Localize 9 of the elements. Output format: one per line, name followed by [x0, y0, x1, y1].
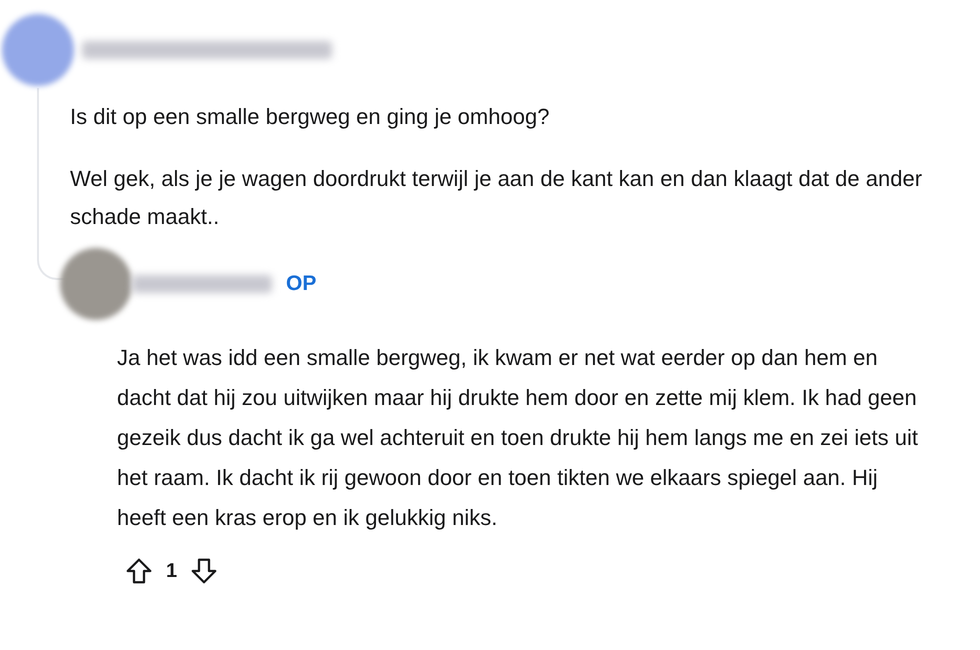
avatar[interactable] [2, 14, 74, 86]
upvote-icon[interactable] [124, 556, 154, 586]
downvote-icon[interactable] [189, 556, 220, 586]
vote-count: 1 [166, 559, 178, 584]
comment-text: Is dit op een smalle bergweg en ging je omhoog? [70, 103, 550, 131]
comment-text: Ja het was idd een smalle bergweg, ik kwam er net wat eerder op dan hem en dacht dat hij zou uitwijken maar hij drukte hem door en zette mij klem. Ik had geen gezeik dus dacht ik ga wel achteruit en toen drukte hij hem langs me en zei iets uit het raam. Ik dacht ik rij gewoon door en toen tikten we elkaars spiegel aan. Hij heeft een kras erop en ik gelukkig niks. [117, 344, 920, 532]
op-label: OP [286, 271, 316, 298]
avatar[interactable] [60, 248, 132, 320]
comment-text: Wel gek, als je je wagen doordrukt terwijl je aan de kant kan en dan klaagt dat de ander schade maakt.. [70, 165, 924, 231]
